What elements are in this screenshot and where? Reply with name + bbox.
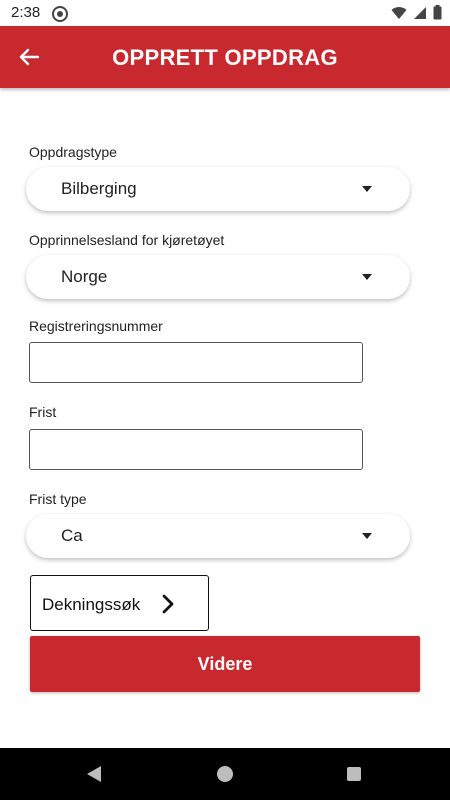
continue-label: Videre xyxy=(197,653,253,674)
assignment-type-dropdown[interactable]: Bilberging xyxy=(26,167,410,211)
coverage-search-label: Dekningssøk xyxy=(42,595,141,614)
deadline-type-value: Ca xyxy=(61,526,83,545)
app-bar: OPPRETT OPPDRAG xyxy=(0,26,450,88)
deadline-input[interactable] xyxy=(29,429,363,470)
origin-country-dropdown[interactable]: Norge xyxy=(26,255,410,299)
status-bar: 2:38 xyxy=(0,0,450,26)
status-time: 2:38 xyxy=(11,4,41,21)
nav-back-icon[interactable] xyxy=(86,765,102,783)
wifi-icon xyxy=(391,6,407,19)
deadline-type-dropdown[interactable]: Ca xyxy=(26,514,410,558)
system-nav-bar xyxy=(0,748,450,800)
status-icons xyxy=(391,5,442,20)
continue-button[interactable]: Videre xyxy=(30,636,420,692)
nav-home-icon[interactable] xyxy=(217,766,233,782)
chevron-right-icon xyxy=(162,594,174,614)
deadline-type-label: Frist type xyxy=(29,491,87,507)
coverage-search-button[interactable]: Dekningssøk xyxy=(30,575,209,631)
caret-down-icon xyxy=(362,186,372,192)
assignment-type-value: Bilberging xyxy=(61,179,137,198)
deadline-label: Frist xyxy=(29,404,57,420)
battery-icon xyxy=(433,5,442,20)
nav-recents-icon[interactable] xyxy=(347,767,361,781)
notification-app-icon xyxy=(52,6,68,22)
caret-down-icon xyxy=(362,533,372,539)
assignment-type-label: Oppdragstype xyxy=(29,144,117,160)
page-title: OPPRETT OPPDRAG xyxy=(112,45,338,70)
caret-down-icon xyxy=(362,274,372,280)
registration-number-label: Registreringsnummer xyxy=(29,318,163,334)
signal-icon xyxy=(414,6,426,19)
origin-country-label: Opprinnelsesland for kjøretøyet xyxy=(29,232,225,248)
origin-country-value: Norge xyxy=(61,267,108,286)
registration-number-input[interactable] xyxy=(29,342,363,383)
